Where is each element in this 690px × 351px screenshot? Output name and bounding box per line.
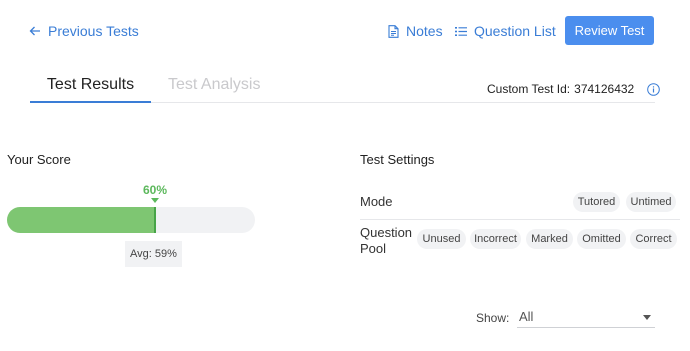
test-settings-heading: Test Settings bbox=[360, 152, 435, 167]
show-filter-label: Show: bbox=[476, 311, 510, 325]
document-icon bbox=[388, 24, 399, 38]
custom-test-id-label: Custom Test Id: bbox=[487, 82, 571, 96]
tab-test-results[interactable]: Test Results bbox=[30, 76, 151, 102]
pool-chip-incorrect: Incorrect bbox=[470, 229, 521, 249]
caret-down-icon bbox=[643, 315, 651, 320]
previous-tests-link[interactable]: Previous Tests bbox=[29, 22, 139, 40]
pool-chips: Unused Incorrect Marked Omitted Correct bbox=[0, 229, 690, 249]
mode-chip-untimed: Untimed bbox=[626, 192, 676, 212]
info-icon[interactable] bbox=[647, 82, 661, 96]
mode-chips: Tutored Untimed bbox=[0, 192, 690, 212]
notes-link[interactable]: Notes bbox=[388, 22, 443, 40]
settings-row-divider bbox=[360, 219, 680, 220]
tab-active-underline bbox=[30, 101, 151, 103]
your-score-heading: Your Score bbox=[7, 152, 71, 167]
question-list-label: Question List bbox=[474, 23, 556, 39]
pool-chip-correct: Correct bbox=[630, 229, 677, 249]
tab-test-results-label: Test Results bbox=[46, 76, 135, 93]
list-icon bbox=[455, 26, 467, 36]
pool-chip-unused: Unused bbox=[417, 229, 466, 249]
notes-label: Notes bbox=[406, 23, 443, 39]
arrow-left-icon bbox=[29, 26, 40, 36]
pool-chip-omitted: Omitted bbox=[577, 229, 626, 249]
tab-test-analysis-label: Test Analysis bbox=[168, 76, 261, 93]
show-filter-value: All bbox=[519, 309, 534, 324]
show-filter-select[interactable]: All bbox=[517, 306, 655, 328]
tabs-divider bbox=[151, 102, 655, 103]
previous-tests-label: Previous Tests bbox=[48, 23, 139, 39]
custom-test-id-value: 374126432 bbox=[574, 82, 635, 96]
mode-chip-tutored: Tutored bbox=[573, 192, 620, 212]
question-list-link[interactable]: Question List bbox=[455, 22, 556, 40]
review-test-button[interactable]: Review Test bbox=[565, 16, 654, 45]
pool-chip-marked: Marked bbox=[526, 229, 573, 249]
tab-test-analysis[interactable]: Test Analysis bbox=[168, 76, 260, 102]
custom-test-id: Custom Test Id: 374126432 bbox=[487, 82, 661, 96]
